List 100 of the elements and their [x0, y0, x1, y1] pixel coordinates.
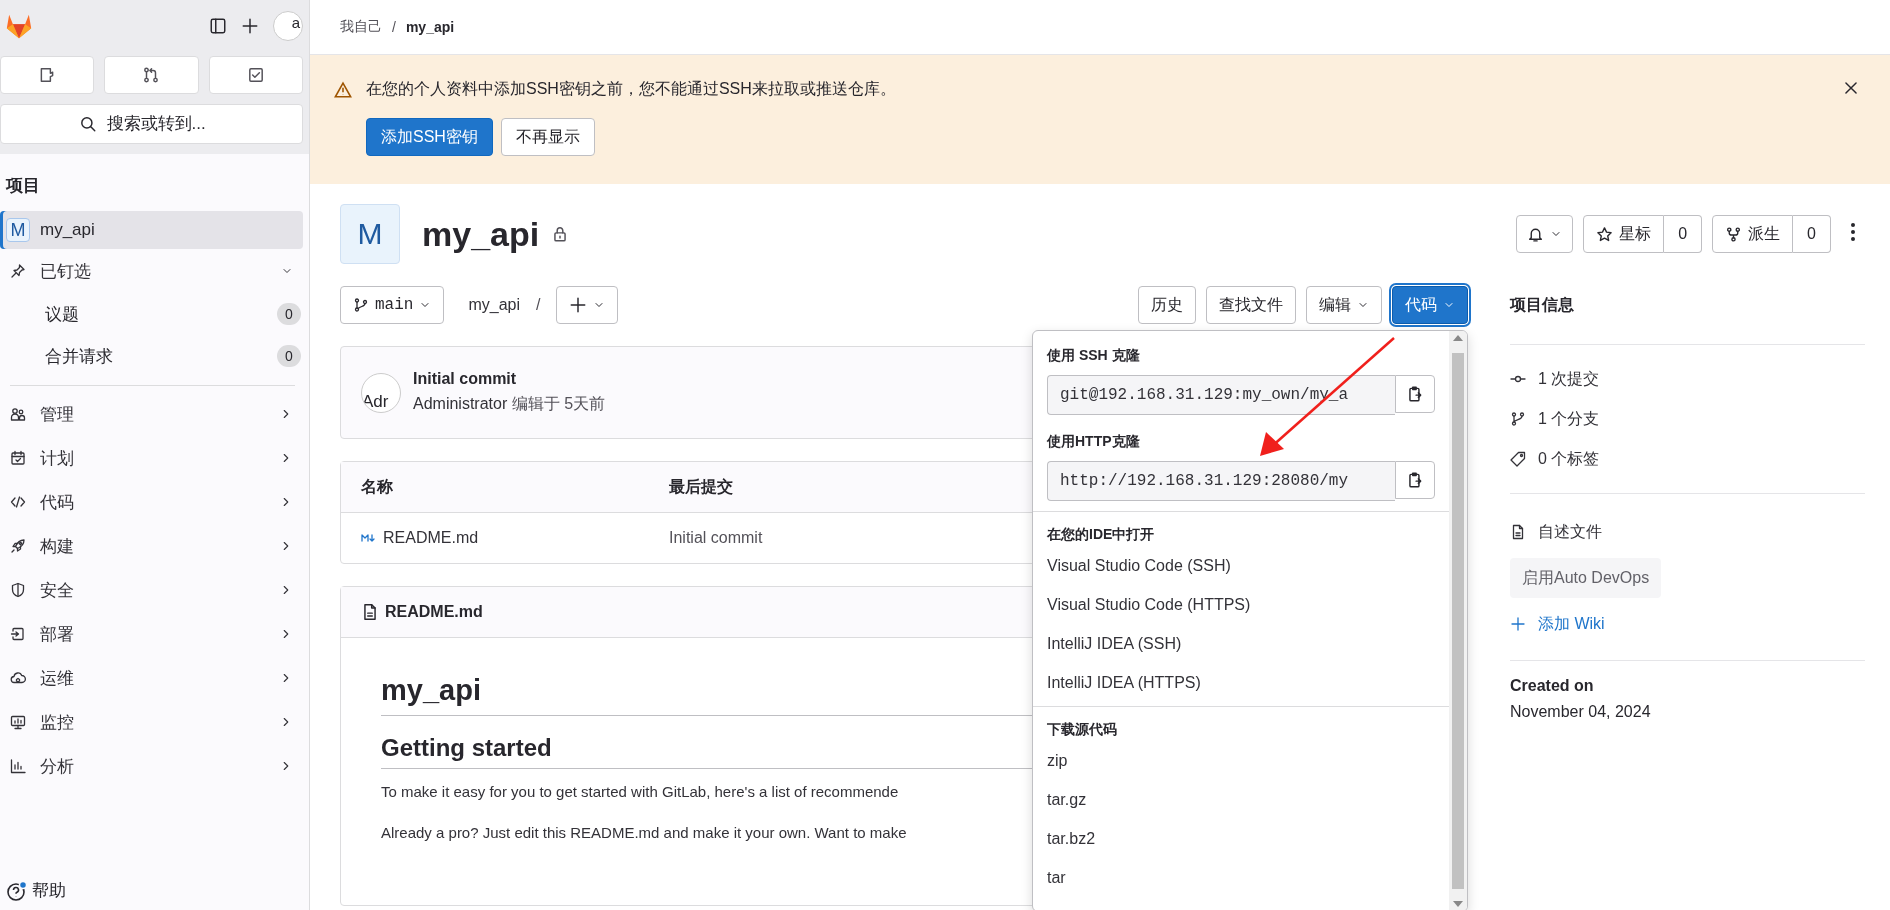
copy-icon — [1406, 385, 1424, 403]
commit-message[interactable]: Initial commit — [669, 529, 763, 546]
column-header: 名称 — [361, 477, 393, 495]
readme-paragraph: To make it easy for you to get started with GitLab, here's a list of recommende — [381, 783, 899, 800]
fork-button[interactable]: 派生 — [1712, 215, 1794, 253]
calendar-icon — [10, 450, 26, 466]
menu-item[interactable]: tar.bz2 — [1033, 819, 1449, 858]
help-button[interactable]: 帮助 — [0, 879, 309, 910]
breadcrumb-link[interactable]: my_api — [405, 19, 455, 35]
column-header: 最后提交 — [669, 477, 733, 495]
branch-dropdown[interactable]: main — [340, 286, 445, 324]
http-url-field[interactable]: http://192.168.31.129:28080/my — [1047, 461, 1395, 501]
project-avatar: M — [6, 218, 30, 242]
search-icon — [78, 115, 97, 133]
branches-link[interactable]: 1 个分支 — [1510, 399, 1865, 439]
readme-link[interactable]: 自述文件 — [1510, 512, 1865, 552]
menu-item[interactable]: IntelliJ IDEA (SSH) — [1033, 624, 1449, 663]
sidebar-toggle-icon — [209, 17, 227, 35]
enable-auto-devops-button[interactable]: 启用Auto DevOps — [1510, 558, 1662, 598]
menu-item[interactable]: tar — [1033, 858, 1449, 897]
plus-icon — [1510, 616, 1526, 632]
plus-icon — [241, 17, 259, 35]
copy-icon — [1406, 471, 1424, 489]
star-button[interactable]: 星标 — [1583, 215, 1665, 253]
monitor-icon — [10, 714, 26, 730]
code-dropdown[interactable]: 代码 — [1392, 286, 1468, 324]
sidebar-nav-item[interactable]: 计划 — [0, 436, 309, 480]
tags-link[interactable]: 0 个标签 — [1510, 439, 1865, 479]
project-nav-item[interactable]: M my_api — [0, 211, 303, 249]
plus-icon — [569, 296, 588, 314]
add-ssh-key-button[interactable]: 添加SSH密钥 — [366, 118, 493, 156]
pinned-nav-item[interactable]: 合并请求 0 — [0, 338, 309, 374]
shield-icon — [10, 582, 26, 598]
scrollbar[interactable] — [1449, 331, 1467, 910]
file-name[interactable]: README.md — [383, 529, 479, 547]
fork-icon — [1725, 225, 1743, 243]
section-heading: 在您的IDE中打开 — [1046, 525, 1156, 544]
sidebar-nav-item[interactable]: 安全 — [0, 568, 309, 612]
edit-dropdown[interactable]: 编辑 — [1306, 286, 1382, 324]
scroll-up-icon[interactable] — [1453, 335, 1463, 341]
pinned-nav-item[interactable]: 已钉选 — [0, 249, 309, 293]
close-icon — [1842, 79, 1860, 97]
file-icon — [361, 603, 379, 621]
history-button[interactable]: 历史 — [1138, 286, 1196, 324]
project-info-title: 项目信息 — [1510, 286, 1865, 345]
checkbox-icon — [246, 66, 265, 84]
file-icon — [1510, 524, 1526, 540]
cloud-icon — [10, 670, 26, 686]
count-badge: 0 — [277, 303, 301, 325]
menu-item[interactable]: Visual Studio Code (HTTPS) — [1033, 585, 1449, 624]
sidebar-nav-item[interactable]: 构建 — [0, 524, 309, 568]
sidebar-nav-item[interactable]: 分析 — [0, 744, 309, 788]
menu-item[interactable]: IntelliJ IDEA (HTTPS) — [1033, 663, 1449, 702]
help-icon — [6, 879, 28, 902]
project-title: my_api — [422, 214, 540, 254]
pinned-nav-item[interactable]: 议题 0 — [0, 296, 309, 332]
branch-icon — [1510, 411, 1526, 427]
kebab-icon — [1851, 223, 1855, 241]
fork-count[interactable]: 0 — [1793, 215, 1831, 253]
tag-icon — [1510, 451, 1526, 467]
project-avatar: M — [340, 204, 400, 264]
menu-item[interactable]: tar.gz — [1033, 780, 1449, 819]
close-button[interactable] — [1842, 79, 1860, 97]
branch-icon — [353, 297, 369, 313]
issues-button[interactable] — [0, 56, 95, 94]
commit-title[interactable]: Initial commit — [413, 370, 606, 388]
sidebar-nav-item[interactable]: 管理 — [0, 392, 309, 436]
add-dropdown[interactable] — [556, 286, 619, 324]
sidebar-nav-item[interactable]: 运维 — [0, 656, 309, 700]
sidebar-nav-item[interactable]: 代码 — [0, 480, 309, 524]
created-label: Created on — [1510, 677, 1595, 695]
bar-chart-icon — [10, 758, 26, 774]
merge-requests-button[interactable] — [104, 56, 199, 94]
sidebar-nav-item[interactable]: 部署 — [0, 612, 309, 656]
merge-request-icon — [142, 66, 161, 84]
pin-icon — [10, 263, 26, 279]
copy-button[interactable] — [1395, 461, 1435, 499]
commit-meta: Administrator 编辑于 5天前 — [413, 394, 606, 414]
created-date: November 04, 2024 — [1510, 703, 1652, 721]
bell-icon — [1527, 225, 1545, 243]
deploy-icon — [10, 626, 26, 642]
path-segment[interactable]: my_api — [454, 296, 526, 314]
breadcrumb-separator: / — [392, 19, 396, 35]
notification-button[interactable] — [1516, 215, 1574, 253]
breadcrumb-link[interactable]: 我自己 — [340, 18, 382, 36]
todo-button[interactable] — [208, 56, 303, 94]
rocket-icon — [10, 538, 26, 554]
star-icon — [1596, 225, 1614, 243]
star-count[interactable]: 0 — [1664, 215, 1703, 253]
menu-item[interactable]: zip — [1033, 741, 1449, 780]
add-wiki-link[interactable]: 添加 Wiki — [1510, 604, 1865, 644]
copy-button[interactable] — [1395, 375, 1435, 413]
sidebar-nav-item[interactable]: 监控 — [0, 700, 309, 744]
scroll-down-icon[interactable] — [1453, 901, 1463, 907]
find-file-button[interactable]: 查找文件 — [1206, 286, 1296, 324]
dismiss-button[interactable]: 不再显示 — [500, 118, 595, 156]
menu-item[interactable]: Visual Studio Code (SSH) — [1033, 546, 1449, 585]
count-badge: 0 — [277, 345, 301, 367]
commits-link[interactable]: 1 次提交 — [1510, 359, 1865, 399]
user-avatar[interactable]: a — [273, 11, 303, 41]
